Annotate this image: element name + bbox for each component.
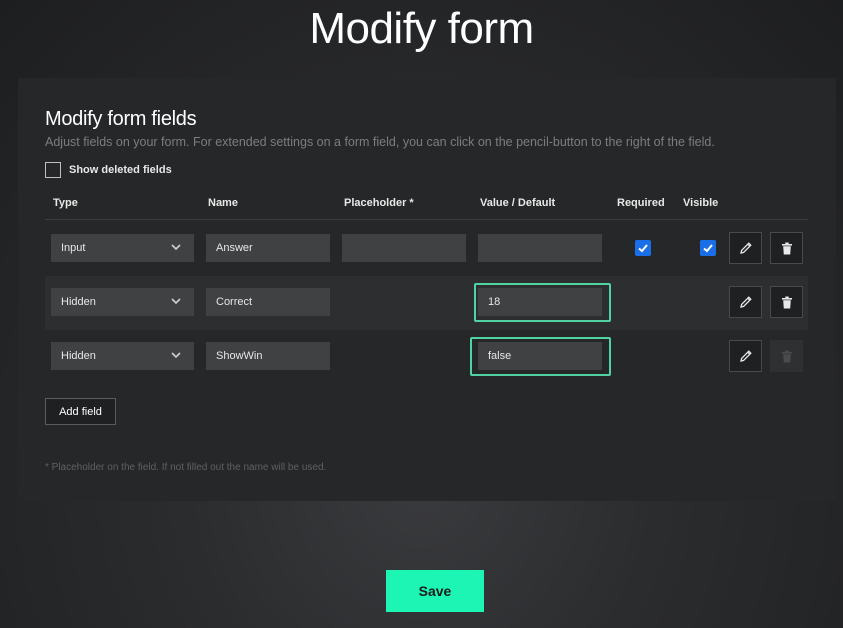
save-button[interactable]: Save: [386, 570, 484, 612]
type-select[interactable]: Hidden: [51, 342, 194, 370]
add-field-button[interactable]: Add field: [45, 398, 116, 425]
show-deleted-checkbox[interactable]: [45, 162, 61, 178]
edit-button[interactable]: [729, 286, 762, 318]
type-select[interactable]: Input: [51, 234, 194, 262]
table-row: Hidden ShowWin false: [45, 330, 808, 384]
required-checkbox[interactable]: [635, 240, 651, 256]
value-input[interactable]: [478, 234, 602, 262]
header-value: Value / Default: [480, 197, 556, 209]
chevron-down-icon: [171, 352, 181, 359]
trash-icon: [781, 296, 792, 308]
value-input[interactable]: 18: [478, 288, 602, 316]
edit-button[interactable]: [729, 232, 762, 264]
header-visible: Visible: [683, 197, 719, 209]
type-select-value: Hidden: [61, 296, 96, 308]
section-description: Adjust fields on your form. For extended…: [45, 135, 715, 149]
edit-button[interactable]: [729, 340, 762, 372]
header-name: Name: [208, 197, 238, 209]
table-row: Input Answer: [45, 222, 808, 276]
chevron-down-icon: [171, 244, 181, 251]
delete-button[interactable]: [770, 286, 803, 318]
name-input[interactable]: Correct: [206, 288, 330, 316]
header-placeholder: Placeholder *: [344, 197, 414, 209]
placeholder-footnote: * Placeholder on the field. If not fille…: [45, 462, 327, 473]
table-header: Type Name Placeholder * Value / Default …: [45, 188, 808, 220]
show-deleted-label: Show deleted fields: [69, 164, 172, 176]
pencil-icon: [739, 350, 752, 362]
value-input[interactable]: false: [478, 342, 602, 370]
placeholder-input[interactable]: [342, 234, 466, 262]
header-type: Type: [53, 197, 78, 209]
trash-icon: [781, 350, 792, 362]
checkmark-icon: [638, 244, 648, 253]
checkmark-icon: [703, 244, 713, 253]
delete-button[interactable]: [770, 232, 803, 264]
trash-icon: [781, 242, 792, 254]
name-input[interactable]: ShowWin: [206, 342, 330, 370]
table-row: Hidden Correct 18: [45, 276, 808, 330]
pencil-icon: [739, 296, 752, 308]
form-fields-panel: Modify form fields Adjust fields on your…: [18, 78, 836, 501]
chevron-down-icon: [171, 298, 181, 305]
type-select-value: Hidden: [61, 350, 96, 362]
header-required: Required: [617, 197, 665, 209]
type-select[interactable]: Hidden: [51, 288, 194, 316]
pencil-icon: [739, 242, 752, 254]
page-title: Modify form: [309, 4, 534, 53]
delete-button-disabled: [770, 340, 803, 372]
type-select-value: Input: [61, 242, 86, 254]
section-title: Modify form fields: [45, 108, 197, 130]
show-deleted-toggle[interactable]: Show deleted fields: [45, 162, 172, 178]
visible-checkbox[interactable]: [700, 240, 716, 256]
name-input[interactable]: Answer: [206, 234, 330, 262]
